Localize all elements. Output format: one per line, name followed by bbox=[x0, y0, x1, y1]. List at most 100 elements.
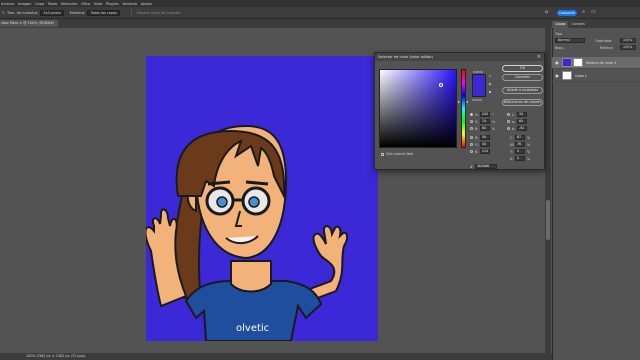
fill-input[interactable]: 100% bbox=[620, 45, 636, 50]
web-safe-cube-icon[interactable]: ◈ bbox=[488, 82, 492, 86]
lab-a-radio[interactable] bbox=[507, 120, 510, 123]
hue-field-row: H: 245 ° bbox=[470, 112, 496, 117]
magenta-input[interactable]: 76 bbox=[515, 142, 525, 147]
opacity-input[interactable]: 100% bbox=[620, 38, 636, 43]
cyan-input[interactable]: 87 bbox=[515, 135, 525, 140]
green-input[interactable]: 40 bbox=[480, 142, 490, 147]
document-canvas[interactable]: olvetic bbox=[146, 56, 378, 341]
hue-slider[interactable] bbox=[461, 69, 466, 148]
layer-name[interactable]: Capa 1 bbox=[575, 74, 587, 78]
black-unit: % bbox=[527, 156, 531, 161]
hex-field-row: # 3b28d6 bbox=[470, 164, 497, 169]
menu-file[interactable]: Archivo bbox=[1, 2, 14, 6]
layer-row[interactable]: ● Capa 1 bbox=[552, 70, 640, 82]
red-radio[interactable] bbox=[470, 136, 473, 139]
menu-type[interactable]: Texto bbox=[48, 2, 57, 6]
menu-select[interactable]: Selección bbox=[61, 2, 78, 6]
kind-filter-label[interactable]: Tipo bbox=[555, 32, 562, 36]
menu-filter[interactable]: Filtro bbox=[81, 2, 90, 6]
sample-select[interactable]: Todas las capas bbox=[87, 9, 120, 16]
layer-row[interactable]: ● Relleno de color 1 bbox=[552, 57, 640, 69]
red-field-row: R: 59 bbox=[470, 135, 492, 140]
hue-radio[interactable] bbox=[470, 113, 473, 116]
menu-plugins[interactable]: Plugins bbox=[106, 2, 119, 6]
visibility-eye-icon[interactable]: ● bbox=[554, 73, 560, 78]
lab-b-radio[interactable] bbox=[507, 127, 510, 130]
current-color-label: actual bbox=[472, 98, 482, 102]
blue-input[interactable]: 214 bbox=[480, 149, 490, 154]
ok-button[interactable]: OK bbox=[502, 65, 543, 72]
cyan-field-row: C: 87 % bbox=[510, 135, 531, 140]
cyan-unit: % bbox=[527, 135, 531, 140]
hue-input[interactable]: 245 bbox=[480, 112, 490, 117]
saturation-input[interactable]: 74 bbox=[480, 119, 490, 124]
lab-l-field-row: L: 33 bbox=[507, 112, 529, 117]
green-radio[interactable] bbox=[470, 143, 473, 146]
web-colors-only-checkbox[interactable] bbox=[381, 152, 384, 156]
opacity-row: Opacidad: bbox=[595, 38, 612, 44]
fill-label: Relleno: bbox=[600, 46, 614, 50]
sample-size-select[interactable]: 3x3 pixels bbox=[40, 9, 64, 16]
lab-b-field-row: b: -92 bbox=[507, 126, 529, 131]
layers-panel-tabs: Capas Canales bbox=[552, 19, 640, 28]
tab-layers[interactable]: Capas bbox=[552, 21, 569, 28]
brightness-radio[interactable] bbox=[470, 127, 473, 130]
menu-view[interactable]: Vista bbox=[94, 2, 103, 6]
lock-label: Bloq.: bbox=[555, 46, 565, 50]
tab-channels[interactable]: Canales bbox=[568, 21, 587, 28]
vertical-scroll-thumb[interactable] bbox=[546, 200, 550, 240]
web-safe-swatch-icon[interactable]: ▪ bbox=[488, 90, 492, 94]
current-color-swatch[interactable] bbox=[472, 86, 486, 97]
eyedropper-icon[interactable]: ✎ bbox=[2, 11, 5, 15]
shirt-logo-text: olvetic bbox=[236, 323, 269, 334]
show-ring-checkbox[interactable]: Mostrar anillo de muestra bbox=[137, 11, 181, 15]
share-button[interactable]: Compartir bbox=[557, 10, 577, 16]
brightness-input[interactable]: 84 bbox=[480, 126, 490, 131]
layer-mask-thumbnail bbox=[573, 58, 583, 67]
blue-radio[interactable] bbox=[470, 150, 473, 153]
document-tab-strip bbox=[0, 19, 552, 28]
yellow-input[interactable]: 0 bbox=[515, 149, 525, 154]
add-to-swatches-button[interactable]: Añadir a muestras bbox=[502, 87, 543, 94]
lab-b-input[interactable]: -92 bbox=[517, 126, 527, 131]
lab-l-radio[interactable] bbox=[507, 113, 510, 116]
document-tab[interactable]: robo Moro × @ 100% (RGB/8#) bbox=[0, 20, 58, 27]
sample-label: Muestra: bbox=[69, 10, 86, 15]
color-picker-dialog: Selector de color (color sólido) × ▸ ◂ n… bbox=[374, 52, 545, 170]
blend-mode-select[interactable]: Normal bbox=[555, 38, 585, 43]
lab-l-input[interactable]: 33 bbox=[517, 112, 527, 117]
yellow-field-row: Y: 0 % bbox=[510, 149, 531, 154]
hue-slider-right-arrow-icon[interactable]: ◂ bbox=[466, 100, 468, 104]
hue-slider-left-arrow-icon[interactable]: ▸ bbox=[458, 100, 460, 104]
out-of-gamut-warning-icon[interactable]: ⚠ bbox=[488, 74, 492, 78]
saturation-brightness-field[interactable] bbox=[379, 69, 457, 148]
visibility-eye-icon[interactable]: ● bbox=[554, 60, 560, 65]
sample-size-label: Tam. de muestra: bbox=[7, 10, 39, 15]
menu-layer[interactable]: Capa bbox=[35, 2, 44, 6]
black-field-row: K: 0 % bbox=[510, 156, 531, 161]
layer-name[interactable]: Relleno de color 1 bbox=[586, 61, 616, 65]
lab-a-input[interactable]: 65 bbox=[517, 119, 527, 124]
menu-image[interactable]: Imagen bbox=[18, 2, 32, 6]
home-icon[interactable]: ⌂ bbox=[543, 9, 550, 16]
cancel-button[interactable]: Cancelar bbox=[502, 74, 543, 81]
status-bar: 100% 2362 px × 2362 px (72 ppp) bbox=[0, 353, 552, 360]
menu-window[interactable]: Ventana bbox=[122, 2, 137, 6]
saturation-field-row: S: 74 % bbox=[470, 119, 496, 124]
workspace-icon[interactable]: ▭ bbox=[590, 9, 597, 16]
color-libraries-button[interactable]: Bibliotecas de colores bbox=[502, 99, 543, 106]
green-field-row: G: 40 bbox=[470, 142, 492, 147]
menu-help[interactable]: Ayuda bbox=[141, 2, 152, 6]
saturation-radio[interactable] bbox=[470, 120, 473, 123]
black-input[interactable]: 0 bbox=[515, 156, 525, 161]
hex-input[interactable]: 3b28d6 bbox=[474, 164, 497, 169]
layer-thumbnail bbox=[562, 58, 572, 67]
color-picker-marker[interactable] bbox=[439, 83, 443, 87]
vertical-scrollbar[interactable] bbox=[545, 28, 551, 353]
magenta-field-row: M: 76 % bbox=[510, 142, 531, 147]
red-input[interactable]: 59 bbox=[480, 135, 490, 140]
search-icon[interactable]: ⌕ bbox=[580, 9, 587, 16]
character-illustration: olvetic bbox=[146, 124, 349, 341]
web-colors-only-label: Sólo colores Web bbox=[386, 152, 414, 156]
close-icon[interactable]: × bbox=[537, 53, 541, 61]
